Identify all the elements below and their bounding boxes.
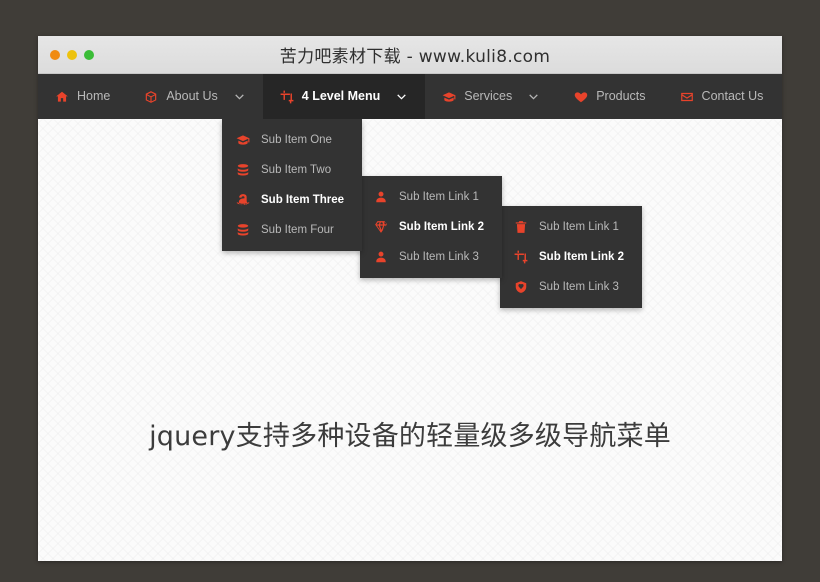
window-titlebar: 苦力吧素材下载 - www.kuli8.com xyxy=(38,36,782,74)
graduation-cap-icon xyxy=(236,133,250,147)
amazon-icon xyxy=(236,193,250,207)
home-icon xyxy=(55,90,69,104)
minimize-button[interactable] xyxy=(67,50,77,60)
menu-item-label: Sub Item Four xyxy=(261,224,334,236)
graduation-cap-icon xyxy=(442,90,456,104)
menu-item-sub-item-three[interactable]: Sub Item Three xyxy=(222,185,362,215)
menu-item-label: Sub Item Two xyxy=(261,164,331,176)
nav-label: About Us xyxy=(166,90,217,103)
maximize-button[interactable] xyxy=(84,50,94,60)
menu-item-label: Sub Item Link 2 xyxy=(539,251,624,263)
menu-item-sub-item-one[interactable]: Sub Item One xyxy=(222,125,362,155)
crop-icon xyxy=(514,250,528,264)
shield-icon xyxy=(514,280,528,294)
menu-item-sub-item-four[interactable]: Sub Item Four xyxy=(222,215,362,245)
chevron-down-icon xyxy=(527,90,540,103)
menu-item-label: Sub Item Link 1 xyxy=(539,221,619,233)
page-content: Home About Us 4 Level Menu xyxy=(38,74,782,561)
crop-icon xyxy=(280,90,294,104)
database-icon xyxy=(236,223,250,237)
heart-icon xyxy=(574,90,588,104)
menu-item-label: Sub Item Link 2 xyxy=(399,221,484,233)
nav-item-about-us[interactable]: About Us xyxy=(127,74,262,119)
menu-item-label: Sub Item One xyxy=(261,134,332,146)
chevron-down-icon xyxy=(233,90,246,103)
envelope-icon xyxy=(680,90,694,104)
menu-item-label: Sub Item Three xyxy=(261,194,344,206)
cube-icon xyxy=(144,90,158,104)
user-icon xyxy=(374,250,388,264)
menu-item-sub-item-link-3[interactable]: Sub Item Link 3 xyxy=(500,272,642,302)
dropdown-menu-level-1: Sub Item One Sub Item Two Sub Item Three… xyxy=(222,119,362,251)
chevron-down-icon xyxy=(395,90,408,103)
menu-item-label: Sub Item Link 3 xyxy=(399,251,479,263)
nav-label: Products xyxy=(596,90,645,103)
nav-item-4-level-menu[interactable]: 4 Level Menu xyxy=(263,74,426,119)
nav-label: Services xyxy=(464,90,512,103)
menu-item-sub-item-link-1[interactable]: Sub Item Link 1 xyxy=(500,212,642,242)
nav-label: Contact Us xyxy=(702,90,764,103)
menu-item-sub-item-link-2[interactable]: Sub Item Link 2 xyxy=(360,212,502,242)
trash-icon xyxy=(514,220,528,234)
menu-item-sub-item-link-3[interactable]: Sub Item Link 3 xyxy=(360,242,502,272)
menu-item-label: Sub Item Link 1 xyxy=(399,191,479,203)
page-headline: jquery支持多种设备的轻量级多级导航菜单 xyxy=(38,414,782,453)
gem-icon xyxy=(374,220,388,234)
menu-item-label: Sub Item Link 3 xyxy=(539,281,619,293)
database-icon xyxy=(236,163,250,177)
nav-label: Home xyxy=(77,90,110,103)
close-button[interactable] xyxy=(50,50,60,60)
nav-item-home[interactable]: Home xyxy=(38,74,127,119)
dropdown-menu-level-3: Sub Item Link 1 Sub Item Link 2 Sub Item… xyxy=(500,206,642,308)
menu-item-sub-item-link-2[interactable]: Sub Item Link 2 xyxy=(500,242,642,272)
dropdown-menu-level-2: Sub Item Link 1 Sub Item Link 2 Sub Item… xyxy=(360,176,502,278)
traffic-lights xyxy=(50,50,94,60)
user-icon xyxy=(374,190,388,204)
nav-item-products[interactable]: Products xyxy=(557,74,662,119)
nav-label: 4 Level Menu xyxy=(302,90,381,103)
nav-item-services[interactable]: Services xyxy=(425,74,557,119)
nav-item-contact-us[interactable]: Contact Us xyxy=(663,74,781,119)
main-navbar: Home About Us 4 Level Menu xyxy=(38,74,782,119)
menu-item-sub-item-link-1[interactable]: Sub Item Link 1 xyxy=(360,182,502,212)
menu-item-sub-item-two[interactable]: Sub Item Two xyxy=(222,155,362,185)
browser-window: 苦力吧素材下载 - www.kuli8.com Home About Us xyxy=(38,36,782,561)
window-title: 苦力吧素材下载 - www.kuli8.com xyxy=(38,42,782,67)
